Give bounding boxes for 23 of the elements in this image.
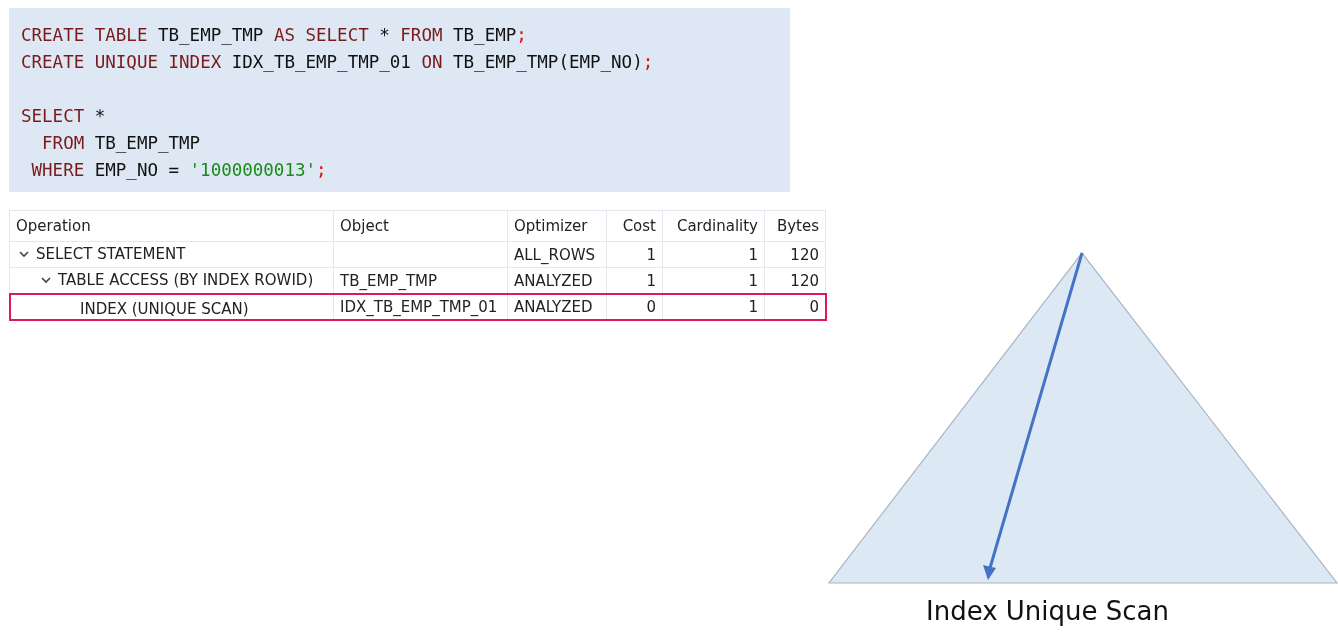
column-header[interactable]: Cardinality	[662, 210, 765, 242]
chevron-icon[interactable]	[40, 274, 52, 286]
code-line: SELECT *	[21, 105, 106, 128]
column-header[interactable]: Object	[333, 210, 508, 242]
code-line: CREATE TABLE TB_EMP_TMP AS SELECT * FROM TB_EMP;	[21, 24, 527, 47]
table-cell: ALL_ROWS	[507, 241, 607, 268]
table-cell: 1	[662, 241, 765, 268]
code-line: CREATE UNIQUE INDEX IDX_TB_EMP_TMP_01 ON TB_EMP_TMP(EMP_NO);	[21, 51, 654, 74]
operation-text: INDEX (UNIQUE SCAN)	[80, 300, 249, 318]
column-header[interactable]: Cost	[606, 210, 663, 242]
column-header[interactable]: Optimizer	[507, 210, 607, 242]
column-header[interactable]: Bytes	[764, 210, 826, 242]
table-cell: 1	[606, 241, 663, 268]
operation-text: SELECT STATEMENT	[36, 245, 186, 263]
table-cell: 120	[764, 241, 826, 268]
column-header[interactable]: Operation	[9, 210, 334, 242]
operation-cell[interactable]: SELECT STATEMENT	[9, 241, 334, 268]
code-line: WHERE EMP_NO = '1000000013';	[30, 159, 327, 182]
code-line: FROM TB_EMP_TMP	[41, 132, 201, 155]
diagram-caption: Index Unique Scan	[926, 596, 1170, 626]
operation-text: TABLE ACCESS (BY INDEX ROWID)	[58, 271, 314, 289]
chevron-icon[interactable]	[18, 248, 30, 260]
operation-cell[interactable]: TABLE ACCESS (BY INDEX ROWID)	[9, 267, 334, 294]
